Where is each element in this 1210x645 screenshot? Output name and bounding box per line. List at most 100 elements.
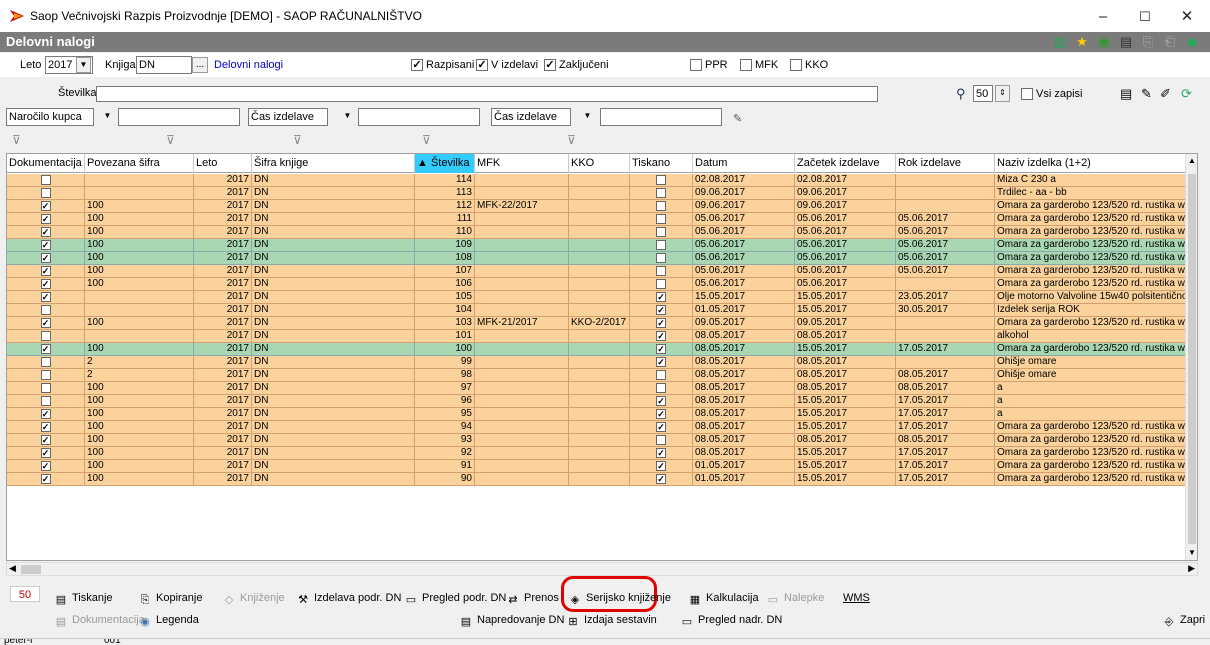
search-icon[interactable]: ⚲ — [956, 86, 966, 102]
table-row[interactable]: 2 2017 DN 98 08.05.2017 08.05.2017 08.05.2017 O… — [7, 369, 1187, 382]
tiskano-checkbox[interactable]: ✓ — [656, 461, 666, 471]
ppr-checkbox[interactable] — [690, 59, 702, 71]
pregled-nadr-button[interactable]: ▭ Pregled nadr. DN — [680, 614, 783, 628]
hscroll-thumb[interactable] — [21, 565, 41, 574]
tiskano-checkbox[interactable] — [656, 227, 666, 237]
tiskanje-button[interactable]: ▤ Tiskanje — [54, 592, 113, 606]
dokumentacija-checkbox[interactable] — [40, 188, 51, 198]
paste-icon[interactable]: ⎗ — [1162, 34, 1178, 50]
cas1-input[interactable] — [358, 108, 480, 126]
table-row[interactable]: ✓ 100 2017 DN 94 ✓ 08.05.2017 15.05.2017 17.05.2… — [7, 421, 1187, 434]
tiskano-checkbox[interactable] — [656, 383, 666, 393]
dokumentacija-checkbox[interactable]: ✓ — [40, 318, 51, 328]
column-header-sifra-knjige[interactable]: Šifra knjige — [252, 154, 415, 173]
kalkulacija-button[interactable]: ▦ Kalkulacija — [688, 592, 759, 606]
dokumentacija-checkbox[interactable] — [40, 396, 51, 406]
napredovanje-button[interactable]: ▤ Napredovanje DN — [459, 614, 565, 628]
tiskano-checkbox[interactable]: ✓ — [656, 357, 666, 367]
tiskano-checkbox[interactable] — [656, 253, 666, 263]
pregled-button[interactable]: ▭ Pregled podr. DN — [404, 592, 507, 606]
dokumentacija-checkbox[interactable]: ✓ — [40, 292, 51, 302]
knjiga-input[interactable]: DN — [136, 56, 192, 74]
dokumentacija-checkbox[interactable]: ✓ — [40, 474, 51, 484]
dokumentacija-checkbox[interactable]: ✓ — [40, 253, 51, 263]
vertical-scrollbar[interactable]: ▲ ▼ — [1185, 154, 1197, 560]
cas1-select[interactable]: Čas izdelave — [248, 108, 328, 126]
chevron-down-icon[interactable]: ▼ — [76, 57, 91, 73]
minimize-button[interactable]: – — [1082, 4, 1124, 30]
razpisani-checkbox[interactable]: ✓ — [411, 59, 423, 71]
dokumentacija-checkbox[interactable]: ✓ — [40, 344, 51, 354]
tiskano-checkbox[interactable] — [656, 175, 666, 185]
scroll-right-icon[interactable]: ▶ — [1188, 563, 1195, 574]
tiskano-checkbox[interactable]: ✓ — [656, 448, 666, 458]
dokumentacija-checkbox[interactable] — [40, 175, 51, 185]
tiskano-checkbox[interactable] — [656, 370, 666, 380]
dokumentacija-checkbox[interactable] — [40, 383, 51, 393]
exit-icon[interactable]: ◆ — [1184, 34, 1200, 50]
table-row[interactable]: ✓ 100 2017 DN 106 05.06.2017 05.06.2017 Omara z… — [7, 278, 1187, 291]
nalepke-button[interactable]: ▭ Nalepke — [766, 592, 825, 606]
tiskano-checkbox[interactable] — [656, 188, 666, 198]
tiskano-checkbox[interactable] — [656, 240, 666, 250]
serijsko-knjizenje-button[interactable]: ◈ Serijsko knjiženje — [568, 592, 671, 606]
scroll-left-icon[interactable]: ◀ — [9, 563, 16, 574]
table-row[interactable]: ✓ 100 2017 DN 108 05.06.2017 05.06.2017 05.06.2… — [7, 252, 1187, 265]
copy-icon[interactable]: ⎘ — [1140, 34, 1156, 50]
table-row[interactable]: ✓ 100 2017 DN 107 05.06.2017 05.06.2017 05.06.2… — [7, 265, 1187, 278]
cas2-select[interactable]: Čas izdelave — [491, 108, 571, 126]
dokumentacija-checkbox[interactable]: ✓ — [40, 409, 51, 419]
limit-input[interactable]: 50 — [973, 85, 993, 102]
column-header-mfk[interactable]: MFK — [475, 154, 569, 173]
narocilo-select[interactable]: Naročilo kupca — [6, 108, 94, 126]
table-row[interactable]: ✓ 100 2017 DN 90 ✓ 01.05.2017 15.05.2017 17.05.2… — [7, 473, 1187, 486]
table-row[interactable]: 100 2017 DN 96 ✓ 08.05.2017 15.05.2017 17.05.20… — [7, 395, 1187, 408]
izdelava-button[interactable]: ⚒ Izdelava podr. DN — [296, 592, 401, 606]
izdaja-button[interactable]: ⊞ Izdaja sestavin — [566, 614, 656, 628]
dokumentacija-checkbox[interactable]: ✓ — [40, 214, 51, 224]
chevron-down-icon[interactable]: ▼ — [100, 109, 115, 125]
tiskano-checkbox[interactable]: ✓ — [656, 305, 666, 315]
column-header-naziv-izdelka[interactable]: Naziv izdelka (1+2) — [995, 154, 1187, 173]
scroll-up-icon[interactable]: ▲ — [1188, 156, 1196, 165]
table-row[interactable]: ✓ 100 2017 DN 91 ✓ 01.05.2017 15.05.2017 17.05.2… — [7, 460, 1187, 473]
kopiranje-button[interactable]: ⎘ Kopiranje — [138, 592, 203, 606]
chart-icon[interactable]: ▥ — [1052, 34, 1068, 50]
column-header-rok-izdelave[interactable]: Rok izdelave — [896, 154, 995, 173]
funnel-icon[interactable]: ⊽ — [567, 133, 581, 147]
tiskano-checkbox[interactable]: ✓ — [656, 474, 666, 484]
kko-checkbox[interactable] — [790, 59, 802, 71]
table-row[interactable]: 2 2017 DN 99 ✓ 08.05.2017 08.05.2017 Ohišje oma… — [7, 356, 1187, 369]
dokumentacija-checkbox[interactable] — [40, 370, 51, 380]
dokumentacija-checkbox[interactable]: ✓ — [40, 240, 51, 250]
tiskano-checkbox[interactable] — [656, 201, 666, 211]
stevilka-input[interactable] — [96, 86, 878, 102]
maximize-button[interactable]: ☐ — [1124, 4, 1166, 30]
horizontal-scrollbar[interactable]: ◀ ▶ — [6, 562, 1198, 576]
table-row[interactable]: 2017 DN 114 02.08.2017 02.08.2017 Miza C 230 … — [7, 174, 1187, 187]
column-header-stevilka[interactable]: ▲ Številka — [415, 154, 475, 173]
table-row[interactable]: 2017 DN 101 ✓ 08.05.2017 08.05.2017 alkohol — [7, 330, 1187, 343]
chevron-down-icon[interactable]: ▼ — [340, 109, 355, 125]
dokumentacija-checkbox[interactable]: ✓ — [40, 201, 51, 211]
tiskano-checkbox[interactable]: ✓ — [656, 396, 666, 406]
close-button[interactable]: ✕ — [1166, 4, 1208, 30]
tiskano-checkbox[interactable]: ✓ — [656, 344, 666, 354]
limit-stepper[interactable]: ⇕ — [995, 85, 1010, 102]
tiskano-checkbox[interactable] — [656, 266, 666, 276]
knjizenje-button[interactable]: ◇ Knjiženje — [222, 592, 285, 606]
knjiga-link[interactable]: Delovni nalogi — [214, 59, 283, 71]
funnel-icon[interactable]: ⊽ — [293, 133, 307, 147]
prenos-button[interactable]: ⇄ Prenos — [506, 592, 558, 606]
table-row[interactable]: ✓ 100 2017 DN 110 05.06.2017 05.06.2017 05.06.2… — [7, 226, 1187, 239]
dokumentacija-button[interactable]: ▤ Dokumentacija — [54, 614, 145, 628]
zapri-button[interactable]: ⎆ Zapri — [1162, 614, 1205, 628]
table-row[interactable]: ✓ 100 2017 DN 109 05.06.2017 05.06.2017 05.06.2… — [7, 239, 1187, 252]
new-doc-icon[interactable]: ▤ — [1120, 86, 1132, 102]
column-header-datum[interactable]: Datum — [693, 154, 795, 173]
column-header-leto[interactable]: Leto — [194, 154, 252, 173]
knjiga-browse-button[interactable]: ... — [192, 57, 208, 73]
vsi-zapisi-checkbox[interactable] — [1021, 88, 1033, 100]
eraser-icon[interactable]: ✎ — [733, 112, 742, 125]
print-icon[interactable]: ▤ — [1118, 34, 1134, 50]
